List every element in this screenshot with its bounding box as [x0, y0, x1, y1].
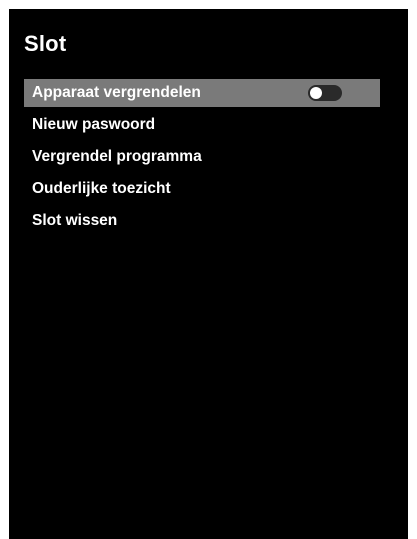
menu-item-label: Ouderlijke toezicht: [32, 180, 171, 197]
menu-item-label: Apparaat vergrendelen: [32, 84, 201, 101]
menu-item-nieuw-paswoord[interactable]: Nieuw paswoord: [24, 111, 380, 139]
menu-title: Slot: [24, 31, 67, 56]
menu-item-label: Slot wissen: [32, 212, 118, 229]
menu-item-ouderlijke-toezicht[interactable]: Ouderlijke toezicht: [24, 175, 380, 203]
menu-list: Apparaat vergrendelen Nieuw paswoord Ver…: [24, 79, 380, 239]
menu-item-apparaat-vergrendelen[interactable]: Apparaat vergrendelen: [24, 79, 380, 107]
menu-item-slot-wissen[interactable]: Slot wissen: [24, 207, 380, 235]
menu-item-label: Vergrendel programma: [32, 148, 202, 165]
device-lock-toggle[interactable]: [308, 85, 342, 101]
tv-screen: Slot Apparaat vergrendelen Nieuw paswoor…: [9, 9, 408, 539]
menu-item-label: Nieuw paswoord: [32, 116, 156, 133]
toggle-knob: [310, 87, 322, 99]
menu-item-vergrendel-programma[interactable]: Vergrendel programma: [24, 143, 380, 171]
